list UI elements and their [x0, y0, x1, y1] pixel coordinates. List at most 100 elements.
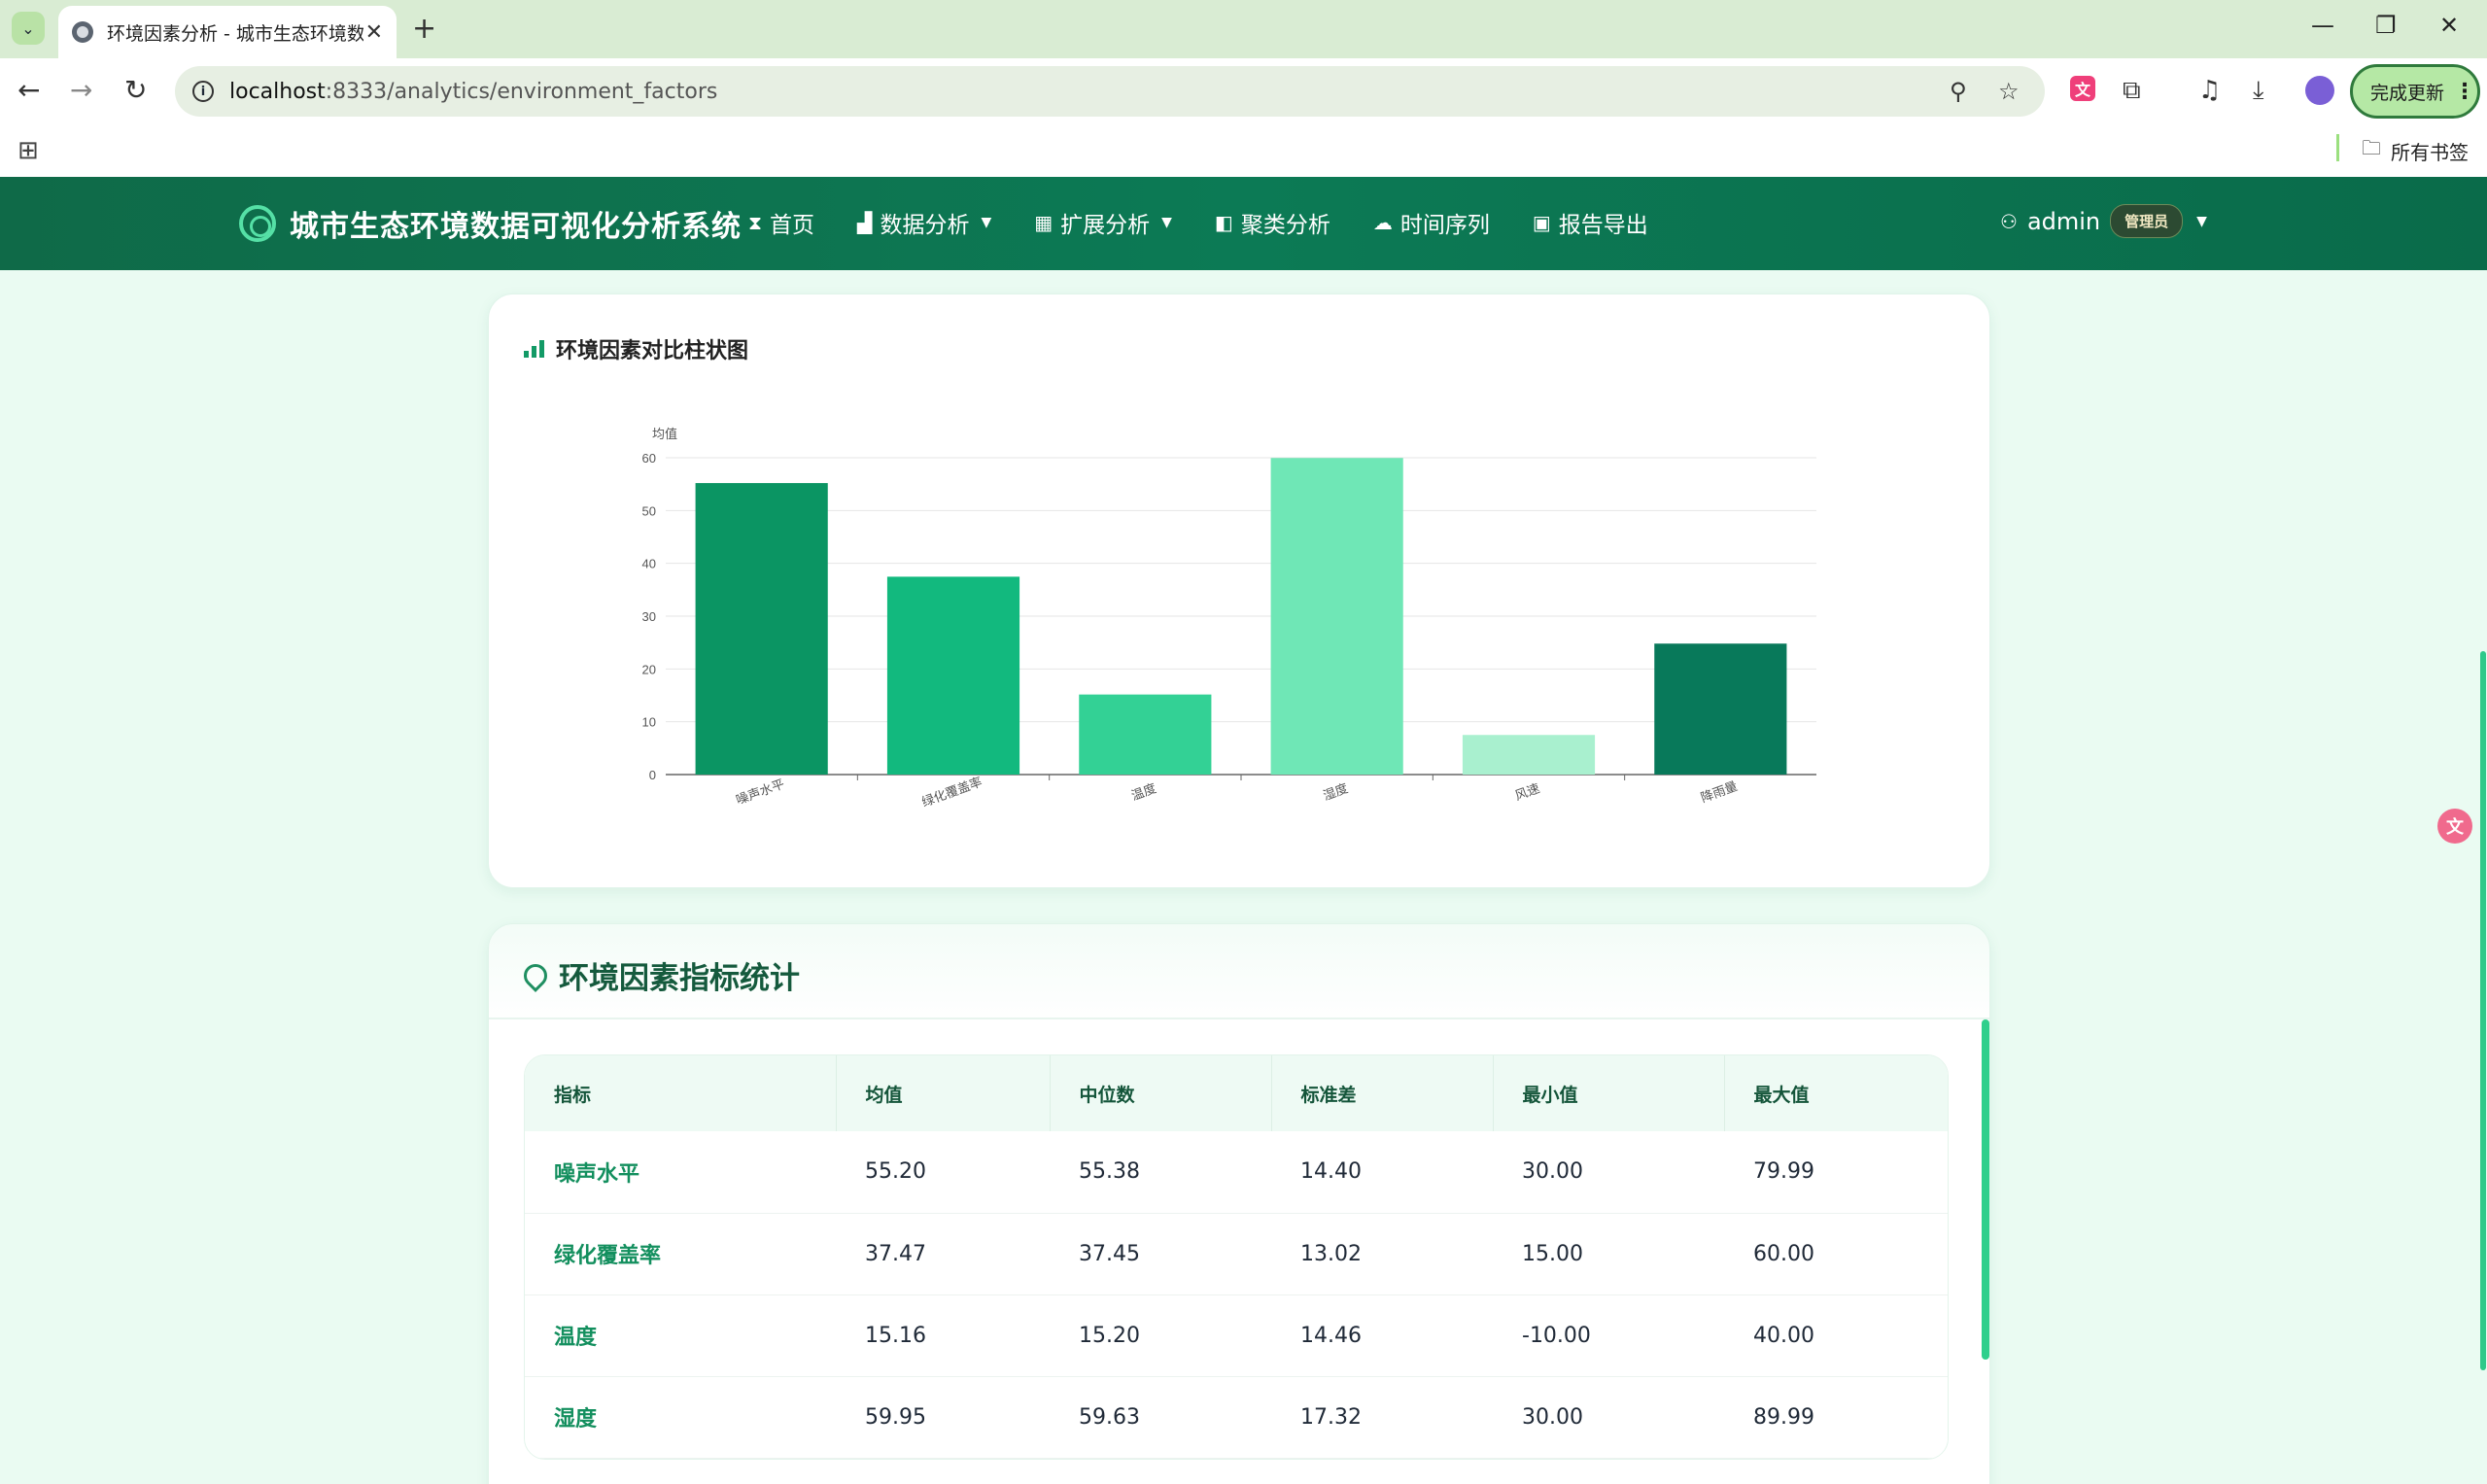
- tab-title: 环境因素分析 - 城市生态环境数: [107, 22, 363, 45]
- x-tick-label: 温度: [1129, 780, 1158, 803]
- close-icon[interactable]: ✕: [365, 20, 383, 45]
- min-cell: 15.00: [1522, 1241, 1583, 1266]
- nav-extended-analysis-label: 扩展分析: [1060, 213, 1151, 238]
- media-icon[interactable]: ♫: [2198, 76, 2221, 105]
- globe-icon: [72, 21, 93, 43]
- median-cell: 15.20: [1079, 1323, 1140, 1348]
- window-close-icon[interactable]: ✕: [2439, 12, 2459, 39]
- restore-icon[interactable]: ❐: [2375, 12, 2397, 39]
- y-tick-label: 40: [642, 557, 656, 571]
- stats-table-wrapper: 指标 均值 中位数 标准差 最小值 最大值 噪声水平 55.20 55.38 1…: [524, 1054, 1949, 1460]
- nav-report-export[interactable]: ▣ 报告导出: [1533, 206, 1648, 239]
- more-icon: ⋮: [2454, 79, 2476, 104]
- url-host: localhost: [229, 79, 326, 104]
- max-cell: 89.99: [1753, 1404, 1814, 1430]
- tab-search-button[interactable]: ⌄: [12, 12, 45, 45]
- nav-home[interactable]: ⧗ 首页: [748, 206, 814, 239]
- leaf-icon: [519, 958, 552, 992]
- nav-home-label: 首页: [770, 213, 815, 238]
- profile-avatar[interactable]: [2305, 76, 2334, 105]
- metric-name: 噪声水平: [554, 1161, 640, 1187]
- caret-down-icon: ▼: [981, 215, 992, 230]
- update-label: 完成更新: [2370, 82, 2445, 104]
- floating-translate-icon[interactable]: 文: [2437, 809, 2472, 844]
- site-info-icon[interactable]: i: [192, 81, 214, 102]
- star-icon[interactable]: ☆: [1998, 78, 2020, 105]
- browser-tab-active[interactable]: 环境因素分析 - 城市生态环境数 ✕: [58, 6, 397, 58]
- bar-chart-card: 环境因素对比柱状图 均值 0 10 20 30 40 50 60 噪声水平 绿化覆盖率 温度 湿度 风速…: [488, 293, 1990, 888]
- all-bookmarks-label: 所有书签: [2391, 140, 2469, 164]
- y-axis-label: 均值: [652, 427, 677, 441]
- user-menu[interactable]: ⚇ admin 管理员 ▼: [2000, 204, 2207, 238]
- apps-grid-icon[interactable]: ⊞: [17, 136, 39, 165]
- min-cell: 30.00: [1522, 1159, 1583, 1185]
- column-header: 标准差: [1271, 1055, 1494, 1131]
- column-header: 均值: [836, 1055, 1051, 1131]
- table-header-row: 指标 均值 中位数 标准差 最小值 最大值: [525, 1055, 1948, 1131]
- mean-cell: 15.16: [865, 1323, 926, 1348]
- minimize-icon[interactable]: —: [2311, 12, 2334, 39]
- nav-report-export-label: 报告导出: [1558, 213, 1648, 238]
- reload-icon[interactable]: ↻: [124, 74, 147, 106]
- bookmarks-divider: [2336, 134, 2339, 161]
- nav-data-analysis-label: 数据分析: [880, 213, 970, 238]
- browser-toolbar: ← → ↻ i localhost:8333/analytics/environ…: [0, 58, 2487, 124]
- y-tick-label: 20: [642, 662, 656, 676]
- extension-translate-icon[interactable]: 文: [2070, 76, 2095, 101]
- mean-cell: 55.20: [865, 1159, 926, 1185]
- metric-name: 温度: [554, 1326, 598, 1350]
- main-nav: ⧗ 首页 ▟ 数据分析 ▼ ▦ 扩展分析 ▼ ◧ 聚类分析 ☁ 时间序列 ▣ 报…: [748, 206, 1691, 239]
- page-scrollbar[interactable]: [2480, 651, 2486, 1370]
- caret-down-icon: ▼: [1161, 215, 1172, 230]
- nav-data-analysis[interactable]: ▟ 数据分析 ▼: [857, 206, 991, 239]
- download-icon[interactable]: ⤓: [2253, 76, 2264, 106]
- back-arrow-icon[interactable]: ←: [17, 74, 40, 106]
- bar: [1270, 458, 1403, 775]
- stats-table: 指标 均值 中位数 标准差 最小值 最大值 噪声水平 55.20 55.38 1…: [525, 1055, 1948, 1459]
- mean-cell: 59.95: [865, 1404, 926, 1430]
- chevron-down-icon: ⌄: [21, 18, 35, 38]
- bar: [1654, 643, 1787, 775]
- role-badge: 管理员: [2110, 204, 2184, 238]
- std-cell: 14.40: [1300, 1159, 1362, 1185]
- cloud-icon: ☁: [1372, 211, 1393, 234]
- nav-time-series[interactable]: ☁ 时间序列: [1373, 206, 1490, 239]
- min-cell: 30.00: [1522, 1404, 1583, 1430]
- metric-name: 绿化覆盖率: [554, 1244, 662, 1268]
- metric-name: 湿度: [554, 1407, 598, 1432]
- nav-cluster-analysis[interactable]: ◧ 聚类分析: [1215, 206, 1330, 239]
- x-tick-label: 噪声水平: [734, 777, 786, 808]
- nav-cluster-analysis-label: 聚类分析: [1240, 213, 1330, 238]
- bar: [886, 576, 1020, 775]
- brand-link[interactable]: 城市生态环境数据可视化分析系统: [239, 202, 742, 245]
- environment-bar-chart: 均值 0 10 20 30 40 50 60 噪声水平 绿化覆盖率 温度 湿度 风速 降雨量: [642, 427, 1816, 810]
- file-icon: ▣: [1532, 211, 1551, 234]
- max-cell: 79.99: [1753, 1159, 1814, 1185]
- bookmarks-bar: ⊞ 🗀 所有书签: [0, 124, 2487, 177]
- y-tick-label: 30: [642, 609, 656, 624]
- y-tick-label: 10: [642, 715, 656, 730]
- mean-cell: 37.47: [865, 1241, 926, 1266]
- forward-arrow-icon[interactable]: →: [70, 74, 92, 106]
- std-cell: 14.46: [1300, 1323, 1362, 1348]
- browser-tabstrip: ⌄ 环境因素分析 - 城市生态环境数 ✕ + — ❐ ✕: [0, 0, 2487, 58]
- column-header: 指标: [525, 1055, 837, 1131]
- stats-card: 环境因素指标统计 指标 均值 中位数 标准差 最小值 最大值 噪声水平 55.2…: [488, 923, 1990, 1484]
- all-bookmarks-button[interactable]: 🗀 所有书签: [2362, 134, 2469, 167]
- grid-icon: ▦: [1034, 211, 1054, 234]
- address-bar[interactable]: i localhost:8333/analytics/environment_f…: [175, 66, 2045, 117]
- std-cell: 13.02: [1300, 1241, 1362, 1266]
- nav-time-series-label: 时间序列: [1399, 213, 1490, 238]
- zoom-icon[interactable]: ⚲: [1950, 78, 1967, 105]
- hourglass-icon: ⧗: [748, 211, 763, 234]
- update-button[interactable]: 完成更新 ⋮: [2350, 64, 2480, 119]
- stats-title: 环境因素指标统计: [559, 961, 800, 996]
- divider: [489, 1018, 1989, 1019]
- new-tab-button[interactable]: +: [412, 12, 436, 46]
- url-path: :8333/analytics/environment_factors: [325, 79, 718, 104]
- nav-extended-analysis[interactable]: ▦ 扩展分析 ▼: [1034, 206, 1172, 239]
- table-row: 绿化覆盖率 37.47 37.45 13.02 15.00 60.00: [525, 1213, 1948, 1294]
- scrollbar-thumb[interactable]: [1982, 1019, 1989, 1360]
- puzzle-icon[interactable]: ⧉: [2123, 76, 2141, 106]
- column-header: 最小值: [1493, 1055, 1725, 1131]
